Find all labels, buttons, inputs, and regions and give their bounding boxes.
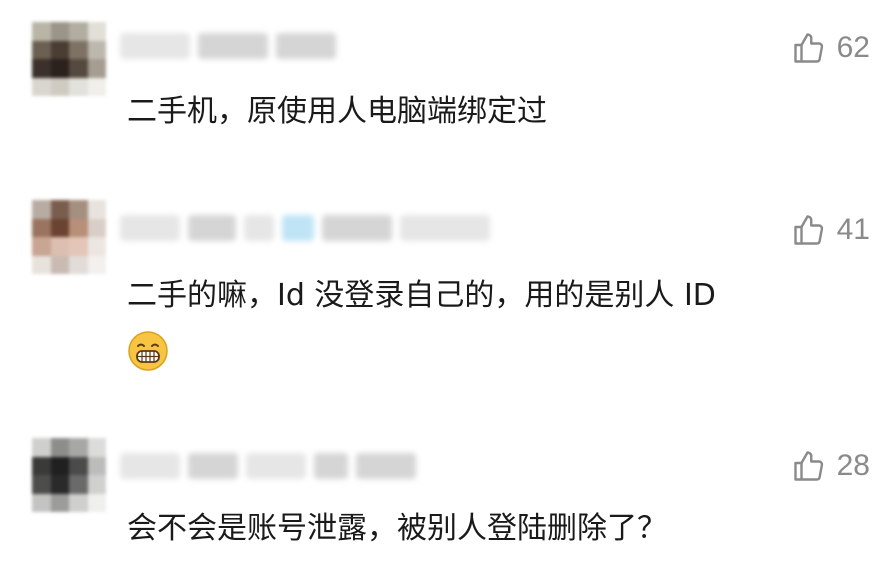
thumbs-up-icon <box>793 33 823 63</box>
username-redacted[interactable] <box>120 450 416 482</box>
avatar[interactable] <box>32 22 106 96</box>
grinning-face-emoji <box>128 331 168 371</box>
username-redacted[interactable] <box>120 30 336 62</box>
like-count: 62 <box>836 31 870 64</box>
like-count: 41 <box>836 213 870 246</box>
comment-text: 二手的嘛，Id 没登录自己的，用的是别人 ID <box>127 278 716 313</box>
like-button[interactable]: 41 <box>791 212 870 248</box>
like-count: 28 <box>836 449 870 482</box>
comment-text: 会不会是账号泄露，被别人登陆删除了？ <box>127 511 667 546</box>
comment-text: 二手机，原使用人电脑端绑定过 <box>127 94 547 129</box>
like-button[interactable]: 28 <box>791 448 870 484</box>
like-button[interactable]: 62 <box>791 30 870 66</box>
thumbs-up-icon <box>793 215 823 245</box>
avatar[interactable] <box>32 200 106 274</box>
username-redacted[interactable] <box>120 212 490 244</box>
comment-item <box>0 0 894 175</box>
avatar[interactable] <box>32 438 106 512</box>
thumbs-up-icon <box>793 451 823 481</box>
